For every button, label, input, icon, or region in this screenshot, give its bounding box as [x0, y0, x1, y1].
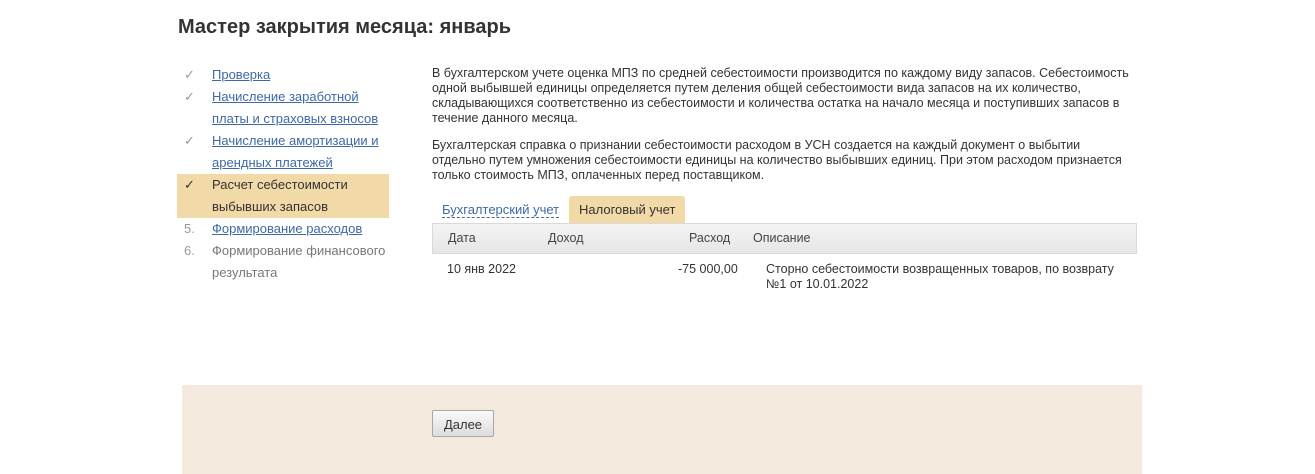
step-label[interactable]: Начисление амортизации и арендных платеже… — [212, 133, 379, 170]
column-header-income[interactable]: Доход — [548, 224, 584, 252]
checkmark-icon: ✓ — [184, 133, 195, 148]
step-depreciation[interactable]: ✓ Начисление амортизации и арендных плате… — [177, 130, 389, 174]
checkmark-icon: ✓ — [184, 67, 195, 82]
step-financial-result: 6. Формирование финансового результата — [177, 240, 389, 284]
cell-description: Сторно себестоимости возвращенных товаро… — [766, 262, 1114, 292]
footer-bar: Далее — [182, 385, 1142, 474]
description-paragraph: В бухгалтерском учете оценка МПЗ по сред… — [432, 66, 1129, 125]
table-row[interactable]: 10 янв 2022 -75 000,00 Сторно себестоимо… — [432, 254, 1137, 298]
column-header-description[interactable]: Описание — [753, 224, 811, 252]
step-label-line1: Расчет себестоимости — [212, 177, 348, 192]
tab-accounting[interactable]: Бухгалтерский учет — [432, 196, 569, 223]
step-expenses[interactable]: 5. Формирование расходов — [177, 218, 389, 240]
description-area: В бухгалтерском учете оценка МПЗ по сред… — [432, 66, 1137, 195]
tab-tax[interactable]: Налоговый учет — [569, 196, 686, 223]
step-number: 6. — [184, 243, 195, 258]
description-paragraph: Бухгалтерская справка о признании себест… — [432, 138, 1122, 182]
step-check[interactable]: ✓ Проверка — [177, 64, 389, 86]
tab-label[interactable]: Бухгалтерский учет — [442, 202, 560, 218]
step-payroll[interactable]: ✓ Начисление заработной платы и страховых… — [177, 86, 389, 130]
step-label-line1: Формирование финансового — [212, 243, 386, 258]
column-header-expense[interactable]: Расход — [689, 224, 730, 252]
checkmark-icon: ✓ — [184, 89, 195, 104]
next-button[interactable]: Далее — [432, 410, 494, 437]
step-label-line1: Начисление заработной — [212, 89, 359, 104]
cell-description-line2: №1 от 10.01.2022 — [766, 277, 869, 291]
steps-sidebar: ✓ Проверка ✓ Начисление заработной платы … — [177, 64, 389, 284]
step-label-line2: результата — [212, 265, 278, 280]
cell-date: 10 янв 2022 — [447, 262, 516, 276]
step-label: Расчет себестоимости выбывших запасов — [212, 177, 348, 214]
tabs: Бухгалтерский учет Налоговый учет — [432, 196, 1137, 223]
checkmark-icon: ✓ — [184, 177, 195, 192]
step-label-line2: арендных платежей — [212, 155, 333, 170]
step-number: 5. — [184, 221, 195, 236]
cell-expense: -75 000,00 — [678, 262, 738, 276]
step-cost-calculation: ✓ Расчет себестоимости выбывших запасов — [177, 174, 389, 218]
step-label-line1: Начисление амортизации и — [212, 133, 379, 148]
step-label[interactable]: Формирование расходов — [212, 221, 362, 236]
step-label-line2: платы и страховых взносов — [212, 111, 379, 126]
step-label: Формирование финансового результата — [212, 243, 385, 280]
cell-description-line1: Сторно себестоимости возвращенных товаро… — [766, 262, 1114, 276]
page-title: Мастер закрытия месяца: январь — [178, 16, 512, 38]
step-label[interactable]: Начисление заработной платы и страховых в… — [212, 89, 378, 126]
entries-table: Дата Доход Расход Описание 10 янв 2022 -… — [432, 223, 1137, 298]
step-label-line2: выбывших запасов — [212, 199, 328, 214]
column-header-date[interactable]: Дата — [448, 224, 476, 252]
table-header: Дата Доход Расход Описание — [432, 223, 1137, 254]
step-label[interactable]: Проверка — [212, 67, 270, 82]
